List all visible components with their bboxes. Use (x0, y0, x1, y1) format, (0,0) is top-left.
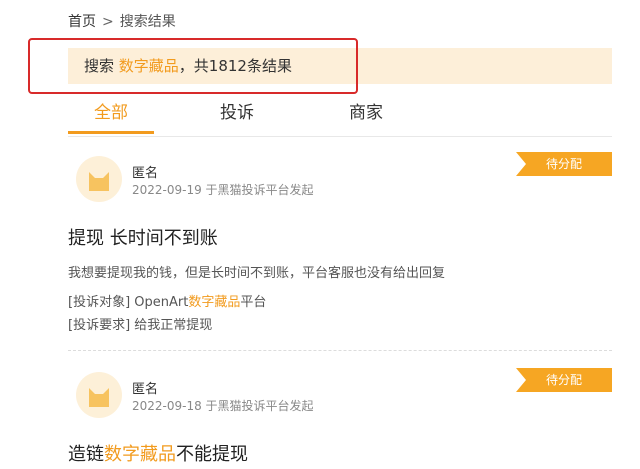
target-pre: OpenArt (134, 295, 189, 310)
active-tab-indicator (68, 131, 154, 134)
status-badge: 待分配 (516, 152, 612, 176)
target-label: [投诉对象] (68, 295, 131, 310)
cat-avatar-icon (89, 172, 109, 191)
user-name: 匿名 (132, 382, 159, 397)
breadcrumb-home[interactable]: 首页 (68, 14, 96, 30)
tab-complaints[interactable]: 投诉 (220, 98, 254, 123)
status-badge: 待分配 (516, 368, 612, 392)
tab-all[interactable]: 全部 (94, 98, 128, 123)
complaint-title[interactable]: 提现 长时间不到账 (68, 224, 218, 250)
user-name: 匿名 (132, 166, 159, 181)
complaint-request: [投诉要求] 给我正常提现 (68, 314, 212, 333)
avatar (76, 156, 122, 202)
target-post: 平台 (240, 295, 267, 310)
complaint-target: [投诉对象] OpenArt数字藏品平台 (68, 291, 266, 310)
breadcrumb-separator: > (102, 14, 114, 30)
avatar (76, 372, 122, 418)
complaint-card[interactable]: 匿名 2022-09-19 于黑猫投诉平台发起 待分配 提现 长时间不到账 我想… (68, 152, 612, 342)
post-meta: 2022-09-18 于黑猫投诉平台发起 (132, 399, 314, 413)
complaint-title[interactable]: 造链数字藏品不能提现 (68, 440, 248, 466)
card-divider (68, 350, 612, 351)
title-post: 不能提现 (176, 444, 248, 465)
breadcrumb-current: 搜索结果 (119, 14, 176, 30)
request-label: [投诉要求] (68, 318, 131, 333)
request-text: 给我正常提现 (134, 318, 213, 333)
target-keyword: 数字藏品 (188, 295, 241, 310)
breadcrumb: 首页 > 搜索结果 (68, 11, 176, 31)
complaint-card[interactable]: 匿名 2022-09-18 于黑猫投诉平台发起 待分配 造链数字藏品不能提现 (68, 368, 612, 469)
annotation-highlight-box (28, 38, 358, 94)
title-keyword: 数字藏品 (104, 444, 176, 465)
tab-merchants[interactable]: 商家 (349, 98, 383, 123)
title-pre: 造链 (68, 444, 104, 465)
cat-avatar-icon (89, 388, 109, 407)
complaint-description: 我想要提现我的钱，但是长时间不到账，平台客服也没有给出回复 (68, 266, 446, 281)
post-meta: 2022-09-19 于黑猫投诉平台发起 (132, 183, 314, 197)
